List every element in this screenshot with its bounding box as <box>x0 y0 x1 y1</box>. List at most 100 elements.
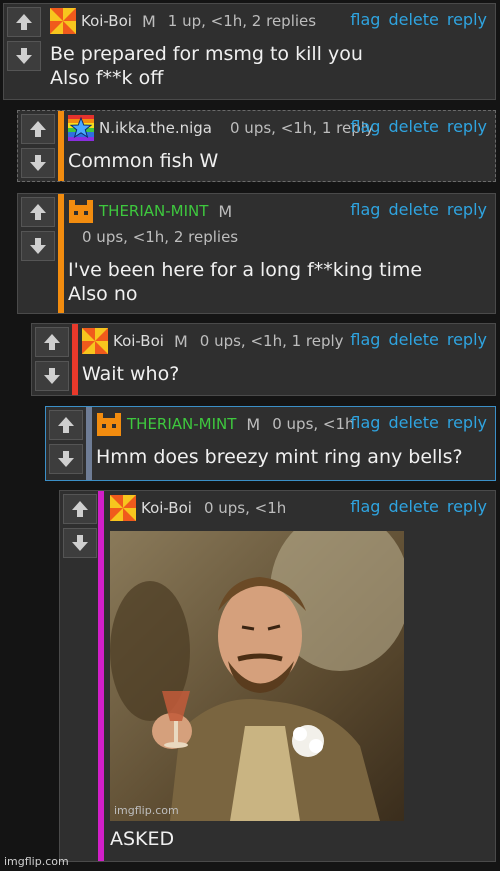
downvote-button[interactable] <box>21 148 55 178</box>
delete-link[interactable]: delete <box>388 117 438 136</box>
vote-column <box>7 7 41 75</box>
downvote-button[interactable] <box>63 528 97 558</box>
arrow-up-icon <box>30 121 46 137</box>
arrow-up-icon <box>58 417 74 433</box>
comment-4: Koi-Boi M 0 ups, <1h, 1 reply flag delet… <box>31 323 496 396</box>
arrow-up-icon <box>30 204 46 220</box>
arrow-down-icon <box>44 368 60 384</box>
comment-1: Koi-Boi M 1 up, <1h, 2 replies flag dele… <box>3 3 496 100</box>
arrow-up-icon <box>16 14 32 30</box>
orange-cat-avatar[interactable] <box>96 411 122 437</box>
comment-meta: 0 ups, <1h, 2 replies <box>82 228 239 246</box>
flag-link[interactable]: flag <box>350 413 380 432</box>
comment-line: Be prepared for msmg to kill you <box>50 43 363 65</box>
mod-badge: M <box>173 331 188 351</box>
reply-link[interactable]: reply <box>447 497 487 516</box>
comment-text: Be prepared for msmg to kill you Also f*… <box>50 42 495 90</box>
flag-link[interactable]: flag <box>350 330 380 349</box>
vote-column <box>21 114 55 182</box>
comment-actions: flag delete reply <box>350 330 487 349</box>
pinwheel-avatar[interactable] <box>50 8 76 34</box>
delete-link[interactable]: delete <box>388 200 438 219</box>
pinwheel-avatar[interactable] <box>110 495 136 521</box>
vote-column <box>35 327 69 395</box>
comment-text: Hmm does breezy mint ring any bells? <box>96 445 495 469</box>
comment-line: Also no <box>68 283 138 305</box>
upvote-button[interactable] <box>63 494 97 524</box>
flag-link[interactable]: flag <box>350 10 380 29</box>
comment-line: Also f**k off <box>50 67 164 89</box>
reply-link[interactable]: reply <box>447 10 487 29</box>
vote-column <box>63 494 97 562</box>
comment-line: I've been here for a long f**king time <box>68 259 423 281</box>
comment-body: N.ikka.the.niga 0 ups, <1h, 1 reply flag… <box>64 111 495 181</box>
username[interactable]: THERIAN-MINT <box>99 202 208 220</box>
reply-link[interactable]: reply <box>447 117 487 136</box>
comment-2: N.ikka.the.niga 0 ups, <1h, 1 reply flag… <box>17 110 496 182</box>
image-watermark: imgflip.com <box>114 804 179 817</box>
comment-actions: flag delete reply <box>350 117 487 136</box>
downvote-button[interactable] <box>7 41 41 71</box>
comment-text: ASKED <box>110 827 495 851</box>
reply-link[interactable]: reply <box>447 200 487 219</box>
comment-body: Koi-Boi 0 ups, <1h flag delete reply img… <box>104 491 495 861</box>
comment-actions: flag delete reply <box>350 200 487 219</box>
reply-link[interactable]: reply <box>447 413 487 432</box>
laughing-man-meme-image[interactable]: imgflip.com <box>110 531 404 821</box>
username[interactable]: Koi-Boi <box>81 12 132 30</box>
comment-text: Wait who? <box>82 362 495 386</box>
imgflip-watermark: imgflip.com <box>4 855 69 868</box>
comment-5: THERIAN-MINT M 0 ups, <1h flag delete re… <box>45 406 496 481</box>
username[interactable]: Koi-Boi <box>141 499 192 517</box>
mod-badge: M <box>218 201 233 221</box>
comment-body: Koi-Boi M 0 ups, <1h, 1 reply flag delet… <box>78 324 495 395</box>
rainbow-star-avatar[interactable] <box>68 115 94 141</box>
username[interactable]: Koi-Boi <box>113 332 164 350</box>
comment-3: THERIAN-MINT M 0 ups, <1h, 2 replies fla… <box>17 193 496 314</box>
reply-link[interactable]: reply <box>447 330 487 349</box>
flag-link[interactable]: flag <box>350 497 380 516</box>
downvote-button[interactable] <box>35 361 69 391</box>
delete-link[interactable]: delete <box>388 413 438 432</box>
mod-badge: M <box>141 11 156 31</box>
upvote-button[interactable] <box>21 114 55 144</box>
arrow-down-icon <box>30 155 46 171</box>
username[interactable]: THERIAN-MINT <box>127 415 236 433</box>
arrow-down-icon <box>58 451 74 467</box>
upvote-button[interactable] <box>7 7 41 37</box>
comment-line: Wait who? <box>82 363 180 385</box>
comment-meta: 0 ups, <1h, 1 reply <box>199 332 344 350</box>
delete-link[interactable]: delete <box>388 10 438 29</box>
arrow-up-icon <box>72 501 88 517</box>
upvote-button[interactable] <box>35 327 69 357</box>
arrow-down-icon <box>30 238 46 254</box>
orange-cat-avatar[interactable] <box>68 198 94 224</box>
delete-link[interactable]: delete <box>388 497 438 516</box>
comment-body: THERIAN-MINT M 0 ups, <1h flag delete re… <box>92 407 495 480</box>
arrow-down-icon <box>16 48 32 64</box>
upvote-button[interactable] <box>21 197 55 227</box>
mod-badge: M <box>246 414 261 434</box>
upvote-button[interactable] <box>49 410 83 440</box>
comment-actions: flag delete reply <box>350 10 487 29</box>
username[interactable]: N.ikka.the.niga <box>99 119 212 137</box>
comment-line: Common fish W <box>68 150 219 172</box>
pinwheel-avatar[interactable] <box>82 328 108 354</box>
vote-column <box>49 410 83 478</box>
comment-text: Common fish W <box>68 149 495 173</box>
comment-line: Hmm does breezy mint ring any bells? <box>96 446 463 468</box>
comment-meta: 0 ups, <1h <box>203 499 287 517</box>
comment-text: I've been here for a long f**king time A… <box>68 258 495 306</box>
comment-meta: 1 up, <1h, 2 replies <box>167 12 317 30</box>
comment-meta: 0 ups, <1h <box>272 415 355 433</box>
delete-link[interactable]: delete <box>388 330 438 349</box>
comment-6: Koi-Boi 0 ups, <1h flag delete reply img… <box>59 490 496 862</box>
comment-line: ASKED <box>110 828 175 850</box>
flag-link[interactable]: flag <box>350 200 380 219</box>
downvote-button[interactable] <box>49 444 83 474</box>
comment-body: THERIAN-MINT M 0 ups, <1h, 2 replies fla… <box>64 194 495 313</box>
flag-link[interactable]: flag <box>350 117 380 136</box>
comment-actions: flag delete reply <box>350 497 487 516</box>
arrow-down-icon <box>72 535 88 551</box>
downvote-button[interactable] <box>21 231 55 261</box>
